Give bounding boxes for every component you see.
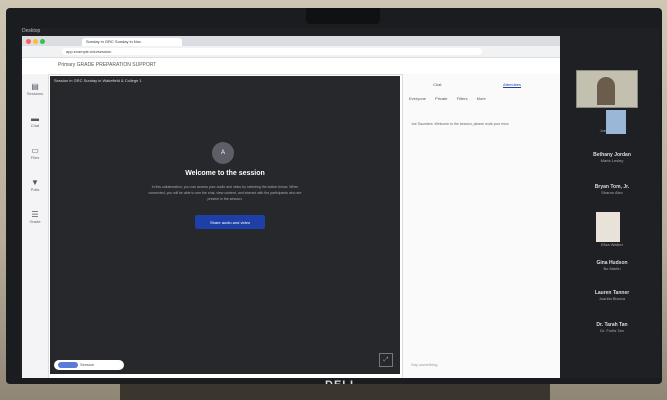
nav-item-sessions[interactable]: ▤ Sessions: [24, 82, 46, 96]
participant-tile[interactable]: Lauren Tanner Juanita Bianca: [572, 290, 652, 301]
avatar: A: [212, 142, 234, 164]
app-header: Primary GRADE PREPARATION SUPPORT: [22, 58, 560, 75]
left-nav: ▤ Sessions ▬ Chat ▭ Files ▼ Polls ☰ Grad…: [22, 74, 49, 378]
monitor-stand: [120, 384, 550, 400]
participant-video[interactable]: [576, 70, 638, 108]
nav-label: Chat: [30, 123, 40, 128]
tab-chat[interactable]: Chat: [433, 82, 441, 87]
filter-private[interactable]: Private: [435, 96, 447, 101]
welcome-description: In this collaboration, you can access yo…: [148, 185, 302, 201]
participant-tile[interactable]: Gina Hudson Bo Martin: [572, 260, 652, 271]
nav-item-polls[interactable]: ▼ Polls: [24, 178, 46, 192]
tab-attendees[interactable]: Attendees: [503, 82, 522, 88]
poll-icon: ▼: [31, 178, 39, 187]
filter-everyone[interactable]: Everyone: [409, 96, 426, 101]
nav-label: Polls: [30, 187, 40, 192]
expand-icon[interactable]: ⤢: [379, 353, 393, 367]
nav-label: Sessions: [26, 91, 44, 96]
session-status-pill[interactable]: Session: [54, 360, 124, 370]
session-stage: Session in GRC Sunday in Wakefield & Col…: [50, 76, 400, 374]
participant-tile[interactable]: Dr. Tarah Tan Dr. Fortis Tan: [572, 322, 652, 333]
person-icon: [597, 77, 615, 105]
app-title: Primary GRADE PREPARATION SUPPORT: [58, 62, 157, 68]
filter-filters[interactable]: Filters: [457, 96, 468, 101]
session-menu-icon: [58, 362, 78, 368]
monitor-bezel: Desktop Sunday in GRC Sunday in Nov app.…: [6, 8, 662, 391]
participant-tile[interactable]: Bryan Tom, Jr. Sharon Alex: [572, 184, 652, 195]
nav-label: Grade: [29, 219, 41, 224]
maximize-dot-icon[interactable]: [40, 39, 45, 44]
status-text: Session: [80, 362, 95, 367]
tab-bar: Sunday in GRC Sunday in Nov: [22, 36, 560, 46]
nav-item-grade[interactable]: ☰ Grade: [24, 210, 46, 224]
browser-tab[interactable]: Sunday in GRC Sunday in Nov: [82, 38, 182, 46]
calendar-icon: ▤: [31, 82, 39, 91]
chat-message: Joe Saunders: Welcome to the session, pl…: [411, 122, 509, 126]
chat-filters: Everyone Private Filters More: [409, 96, 494, 101]
grade-icon: ☰: [31, 210, 39, 219]
filter-more[interactable]: More: [477, 96, 486, 101]
participant-thumbnail: [606, 110, 626, 134]
session-label: Session in GRC Sunday in Wakefield & Col…: [54, 78, 142, 83]
files-icon: ▭: [31, 146, 39, 155]
browser-window: Sunday in GRC Sunday in Nov app.example.…: [22, 36, 560, 378]
webcam-bar: [306, 8, 380, 24]
close-dot-icon[interactable]: [26, 39, 31, 44]
participant-thumbnail: [596, 212, 620, 242]
os-label: Desktop: [22, 28, 41, 34]
participant-tile[interactable]: Eliza Walker: [572, 242, 652, 247]
nav-label: Files: [30, 155, 40, 160]
chat-input[interactable]: Say something: [411, 362, 437, 367]
participants-panel: Joe Saunders Bethany Jordan Maria Lesley…: [566, 28, 660, 378]
screen: Desktop Sunday in GRC Sunday in Nov app.…: [20, 28, 660, 378]
chat-icon: ▬: [31, 114, 39, 123]
address-bar: app.example.edu/session: [22, 46, 560, 58]
right-panel: Chat Attendees Everyone Private Filters …: [402, 74, 560, 378]
nav-item-files[interactable]: ▭ Files: [24, 146, 46, 160]
share-audio-video-button[interactable]: Share audio and video: [195, 215, 265, 229]
participant-tile[interactable]: Bethany Jordan Maria Lesley: [572, 152, 652, 163]
minimize-dot-icon[interactable]: [33, 39, 38, 44]
nav-item-chat[interactable]: ▬ Chat: [24, 114, 46, 128]
welcome-heading: Welcome to the session: [185, 170, 265, 177]
url-field[interactable]: app.example.edu/session: [62, 48, 482, 55]
